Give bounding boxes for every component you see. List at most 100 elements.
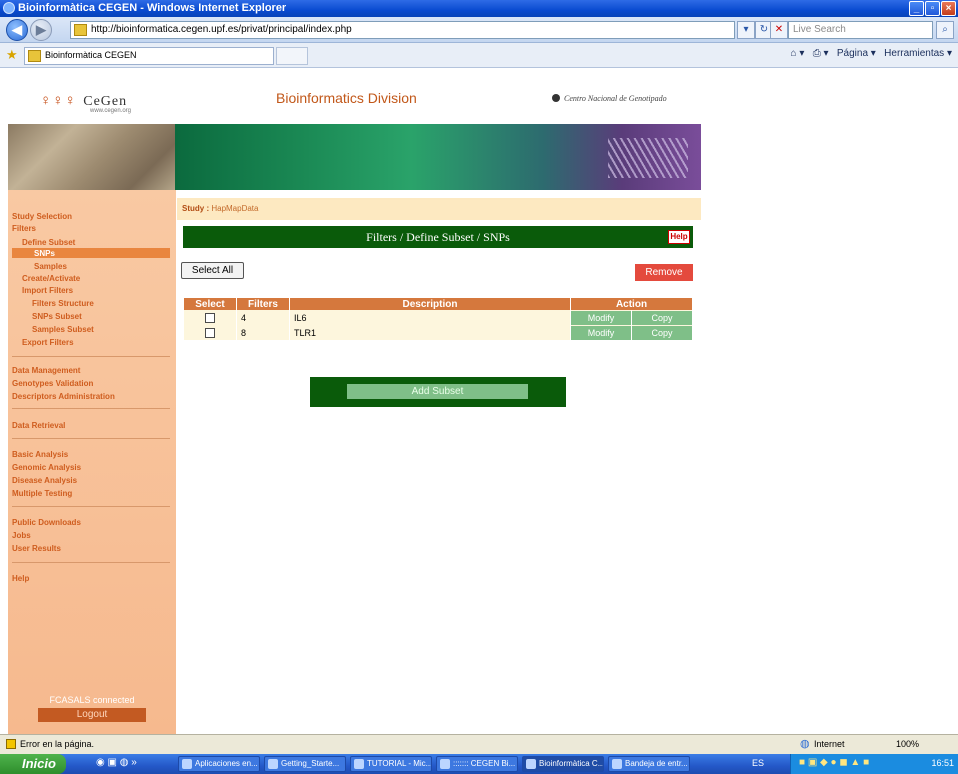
sidebar-divider [12, 438, 170, 439]
modify-cell: Modify [571, 310, 631, 325]
sidebar-item-create-activate[interactable]: Create/Activate [22, 274, 80, 283]
sidebar-item-data-retrieval[interactable]: Data Retrieval [12, 421, 65, 430]
tab-bar: ★ Bioinformàtica CEGEN ⌂ ▾ ⎙ ▾ Página ▾ … [0, 43, 958, 68]
row-checkbox[interactable] [205, 312, 215, 323]
stop-icon[interactable]: ✕ [770, 21, 788, 39]
address-dropdown-icon[interactable]: ▾ [737, 21, 755, 39]
study-value: HapMapData [211, 204, 259, 213]
sidebar-item-study-selection[interactable]: Study Selection [12, 212, 72, 221]
status-text[interactable]: Error en la página. [20, 739, 94, 749]
table-header-row: Select Filters Description Action [184, 298, 692, 310]
ie-icon [3, 2, 15, 14]
logo-text: CeGen [83, 94, 128, 109]
sidebar-item-import-filters[interactable]: Import Filters [22, 286, 73, 295]
sidebar-item-genomic-analysis[interactable]: Genomic Analysis [12, 463, 81, 472]
center-name: Centro Nacional de Genotipado [552, 94, 667, 103]
forward-button[interactable]: ▶ [30, 19, 52, 41]
connected-user-label: FCASALS connected [49, 695, 135, 705]
cegen-logo[interactable]: ♀♀♀ CeGen www.cegen.org [40, 93, 131, 114]
sidebar-item-snps-subset[interactable]: SNPs Subset [32, 312, 82, 321]
favorites-star-icon[interactable]: ★ [6, 47, 18, 63]
add-subset-panel: Add Subset [310, 377, 566, 407]
modify-button[interactable]: Modify [571, 325, 631, 340]
language-indicator[interactable]: ES [752, 758, 764, 768]
select-all-button[interactable]: Select All [181, 262, 244, 279]
taskbar-item[interactable]: Aplicaciones en... [178, 756, 260, 772]
address-input[interactable]: http://bioinformatica.cegen.upf.es/priva… [70, 21, 735, 39]
start-button[interactable]: Inicio [0, 754, 66, 774]
logout-button[interactable]: Logout [38, 708, 146, 722]
home-icon[interactable]: ⌂ ▾ [791, 48, 805, 59]
study-bar: Study : HapMapData [177, 198, 701, 220]
sidebar-item-snps[interactable]: SNPs [34, 249, 55, 258]
row-checkbox[interactable] [205, 327, 215, 338]
page-icon [28, 50, 41, 62]
sidebar-item-basic-analysis[interactable]: Basic Analysis [12, 450, 68, 459]
select-cell [184, 325, 236, 340]
sidebar-item-disease-analysis[interactable]: Disease Analysis [12, 476, 77, 485]
copy-button[interactable]: Copy [632, 310, 692, 325]
quick-launch-icons[interactable]: ◉ ▣ ◍ » [96, 757, 137, 768]
sidebar-item-descriptors-administration[interactable]: Descriptors Administration [12, 392, 115, 401]
modify-button[interactable]: Modify [571, 310, 631, 325]
sidebar-item-public-downloads[interactable]: Public Downloads [12, 518, 81, 527]
command-bar: ⌂ ▾ ⎙ ▾ Página ▾ Herramientas ▾ [790, 48, 952, 59]
sidebar-item-export-filters[interactable]: Export Filters [22, 338, 74, 347]
sidebar-item-genotypes-validation[interactable]: Genotypes Validation [12, 379, 93, 388]
search-input[interactable]: Live Search [788, 21, 933, 39]
tools-menu[interactable]: Herramientas [884, 48, 944, 59]
sidebar-item-samples[interactable]: Samples [34, 262, 67, 271]
sidebar-divider [12, 506, 170, 507]
tab-active[interactable]: Bioinformàtica CEGEN [24, 47, 274, 65]
minimize-button[interactable]: _ [909, 1, 924, 16]
sidebar-item-user-results[interactable]: User Results [12, 544, 61, 553]
sidebar-item-help[interactable]: Help [12, 574, 29, 583]
zoom-level[interactable]: 100% [896, 739, 919, 749]
sidebar-item-data-management[interactable]: Data Management [12, 366, 80, 375]
back-button[interactable]: ◀ [6, 19, 28, 41]
sidebar-item-samples-subset[interactable]: Samples Subset [32, 325, 94, 334]
col-header-action: Action [571, 298, 692, 310]
center-name-text: Centro Nacional de Genotipado [564, 94, 667, 103]
page-icon [74, 24, 87, 36]
filters-table: Select Filters Description Action 4 IL6 … [183, 298, 693, 340]
new-tab-button[interactable] [276, 47, 308, 65]
maximize-button[interactable]: ▫ [925, 1, 940, 16]
tray-icons[interactable]: ■ ▣ ◆ ● ◼ ▲ ■ [799, 757, 869, 768]
sidebar-menu: Study Selection Filters Define Subset SN… [8, 190, 176, 735]
select-cell [184, 310, 236, 325]
section-title: Filters / Define Subset / SNPs [366, 230, 510, 244]
filters-cell: 8 [237, 325, 289, 340]
sidebar-item-multiple-testing[interactable]: Multiple Testing [12, 489, 72, 498]
sidebar-item-filters[interactable]: Filters [12, 224, 36, 233]
clock: 16:51 [931, 758, 954, 768]
section-header: Filters / Define Subset / SNPs Help [183, 226, 693, 248]
sidebar-item-define-subset[interactable]: Define Subset [22, 238, 75, 247]
taskbar-item-active[interactable]: Bioinformàtica C... [522, 756, 604, 772]
copy-button[interactable]: Copy [632, 325, 692, 340]
print-icon[interactable]: ⎙ ▾ [813, 48, 829, 59]
sidebar-item-jobs[interactable]: Jobs [12, 531, 31, 540]
add-subset-button[interactable]: Add Subset [347, 384, 528, 399]
taskbar-item[interactable]: Getting_Starte... [264, 756, 346, 772]
web-page: ♀♀♀ CeGen www.cegen.org Bioinformatics D… [0, 68, 958, 735]
window-title-bar[interactable]: Bioinformàtica CEGEN - Windows Internet … [0, 0, 958, 17]
filters-cell: 4 [237, 310, 289, 325]
study-key: Study : [182, 204, 210, 213]
header-banner [8, 124, 701, 190]
taskbar-item[interactable]: ::::::: CEGEN Bi... [436, 756, 518, 772]
banner-dna-graphic [608, 138, 688, 178]
banner-image-left [8, 124, 175, 190]
sidebar-item-filters-structure[interactable]: Filters Structure [32, 299, 94, 308]
page-menu[interactable]: Página [837, 48, 868, 59]
taskbar-item[interactable]: Bandeja de entr... [608, 756, 690, 772]
address-toolbar: ◀ ▶ http://bioinformatica.cegen.upf.es/p… [0, 17, 958, 43]
warning-icon[interactable] [6, 739, 16, 749]
close-button[interactable]: × [941, 1, 956, 16]
modify-cell: Modify [571, 325, 631, 340]
help-button[interactable]: Help [668, 230, 690, 244]
search-icon[interactable]: ⌕ [936, 21, 954, 39]
taskbar-item[interactable]: TUTORIAL - Mic... [350, 756, 432, 772]
division-title: Bioinformatics Division [276, 90, 417, 106]
remove-button[interactable]: Remove [635, 264, 693, 281]
